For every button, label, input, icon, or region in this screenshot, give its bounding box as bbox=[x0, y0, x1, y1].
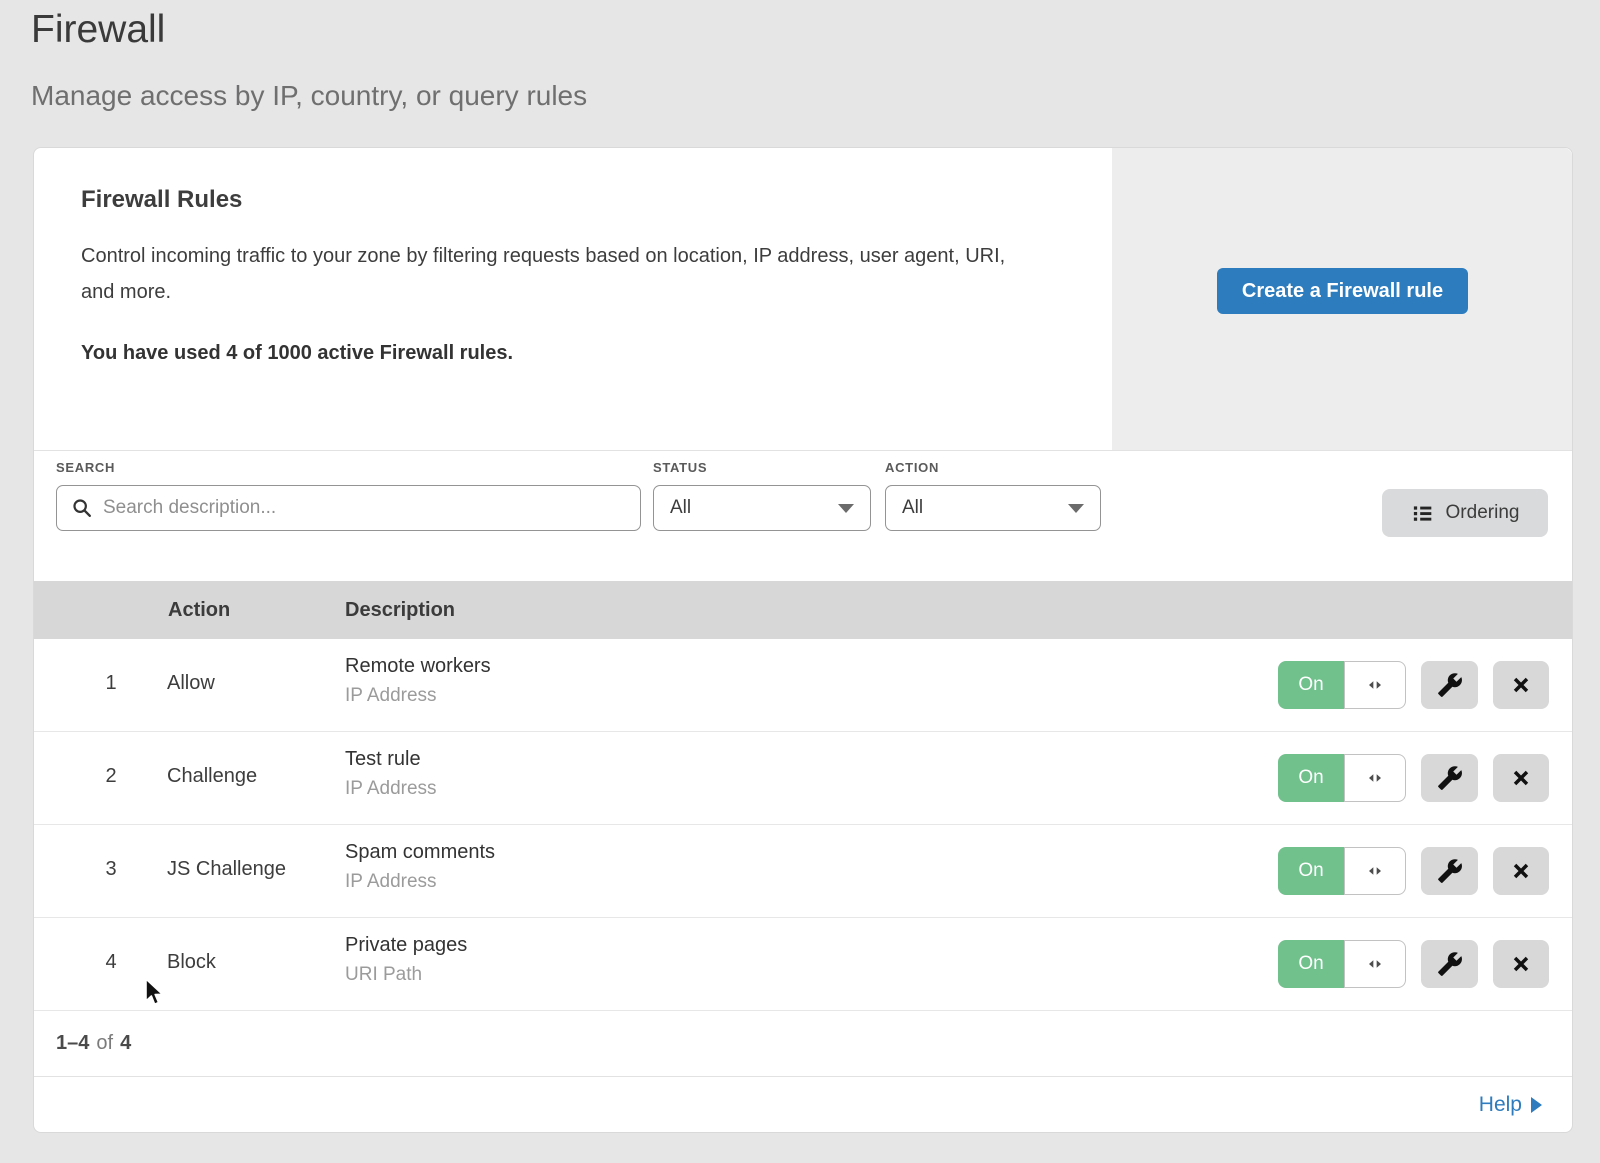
wrench-icon bbox=[1437, 951, 1463, 977]
card-footer: Help bbox=[34, 1077, 1572, 1133]
delete-rule-button[interactable] bbox=[1493, 754, 1549, 802]
delete-rule-button[interactable] bbox=[1493, 940, 1549, 988]
search-icon bbox=[71, 497, 93, 519]
rule-description: Private pages bbox=[345, 934, 467, 957]
toggle-handle bbox=[1344, 661, 1406, 709]
wrench-icon bbox=[1437, 765, 1463, 791]
edit-rule-button[interactable] bbox=[1421, 661, 1478, 709]
delete-rule-button[interactable] bbox=[1493, 661, 1549, 709]
rule-match-field: IP Address bbox=[345, 871, 495, 893]
toggle-handle bbox=[1344, 940, 1406, 988]
rule-priority: 1 bbox=[94, 672, 128, 695]
rule-description: Test rule bbox=[345, 748, 437, 771]
status-select[interactable]: All bbox=[653, 485, 871, 531]
page-subtitle: Manage access by IP, country, or query r… bbox=[31, 80, 587, 112]
toggle-on-state: On bbox=[1278, 754, 1344, 802]
rule-action: Challenge bbox=[167, 765, 257, 788]
rule-enabled-toggle[interactable]: On bbox=[1278, 940, 1406, 988]
action-filter-label: ACTION bbox=[885, 460, 939, 475]
help-arrow-icon bbox=[1531, 1097, 1542, 1113]
help-link-label: Help bbox=[1479, 1093, 1522, 1117]
table-row: 2 Challenge Test rule IP Address On bbox=[34, 732, 1572, 825]
chevron-down-icon bbox=[838, 504, 854, 513]
table-header: Action Description bbox=[34, 581, 1572, 639]
rule-enabled-toggle[interactable]: On bbox=[1278, 754, 1406, 802]
rule-enabled-toggle[interactable]: On bbox=[1278, 847, 1406, 895]
pagination-separator: of bbox=[89, 1032, 120, 1055]
edit-rule-button[interactable] bbox=[1421, 847, 1478, 895]
wrench-icon bbox=[1437, 858, 1463, 884]
rule-priority: 3 bbox=[94, 858, 128, 881]
section-heading: Firewall Rules bbox=[81, 186, 1041, 214]
toggle-on-state: On bbox=[1278, 661, 1344, 709]
rule-priority: 4 bbox=[94, 951, 128, 974]
left-right-arrows-icon bbox=[1365, 954, 1385, 974]
section-description: Control incoming traffic to your zone by… bbox=[81, 238, 1026, 310]
overview-section: Firewall Rules Control incoming traffic … bbox=[34, 148, 1572, 451]
status-label: STATUS bbox=[653, 460, 707, 475]
rule-action: Allow bbox=[167, 672, 215, 695]
close-icon bbox=[1510, 767, 1532, 789]
rule-match-field: IP Address bbox=[345, 778, 437, 800]
action-select[interactable]: All bbox=[885, 485, 1101, 531]
chevron-down-icon bbox=[1068, 504, 1084, 513]
help-link[interactable]: Help bbox=[1479, 1093, 1542, 1117]
toggle-on-state: On bbox=[1278, 940, 1344, 988]
page-title: Firewall bbox=[31, 8, 165, 52]
ordering-list-icon bbox=[1411, 502, 1434, 525]
rules-list: 1 Allow Remote workers IP Address On bbox=[34, 639, 1572, 1011]
toggle-handle bbox=[1344, 847, 1406, 895]
left-right-arrows-icon bbox=[1365, 861, 1385, 881]
rule-description: Remote workers bbox=[345, 655, 491, 678]
left-right-arrows-icon bbox=[1365, 768, 1385, 788]
table-row: 1 Allow Remote workers IP Address On bbox=[34, 639, 1572, 732]
close-icon bbox=[1510, 674, 1532, 696]
column-header-description: Description bbox=[345, 599, 455, 622]
rule-description: Spam comments bbox=[345, 841, 495, 864]
pagination-total: 4 bbox=[120, 1032, 131, 1055]
create-firewall-rule-button[interactable]: Create a Firewall rule bbox=[1217, 268, 1468, 314]
edit-rule-button[interactable] bbox=[1421, 754, 1478, 802]
usage-summary: You have used 4 of 1000 active Firewall … bbox=[81, 342, 1041, 365]
rule-action: JS Challenge bbox=[167, 858, 286, 881]
rule-match-field: IP Address bbox=[345, 685, 491, 707]
wrench-icon bbox=[1437, 672, 1463, 698]
toggle-handle bbox=[1344, 754, 1406, 802]
status-selected-value: All bbox=[670, 497, 691, 519]
rule-enabled-toggle[interactable]: On bbox=[1278, 661, 1406, 709]
left-right-arrows-icon bbox=[1365, 675, 1385, 695]
search-input[interactable] bbox=[103, 497, 626, 519]
search-field[interactable] bbox=[56, 485, 641, 531]
ordering-button-label: Ordering bbox=[1446, 502, 1520, 524]
rule-action: Block bbox=[167, 951, 216, 974]
delete-rule-button[interactable] bbox=[1493, 847, 1549, 895]
ordering-button[interactable]: Ordering bbox=[1382, 489, 1548, 537]
pagination: 1–4 of 4 bbox=[34, 1011, 1572, 1077]
pagination-range: 1–4 bbox=[56, 1032, 89, 1055]
toggle-on-state: On bbox=[1278, 847, 1344, 895]
rule-priority: 2 bbox=[94, 765, 128, 788]
edit-rule-button[interactable] bbox=[1421, 940, 1478, 988]
firewall-rules-card: Firewall Rules Control incoming traffic … bbox=[33, 147, 1573, 1133]
search-label: SEARCH bbox=[56, 460, 115, 475]
rule-match-field: URI Path bbox=[345, 964, 467, 986]
table-row: 3 JS Challenge Spam comments IP Address … bbox=[34, 825, 1572, 918]
close-icon bbox=[1510, 860, 1532, 882]
column-header-action: Action bbox=[168, 599, 230, 622]
close-icon bbox=[1510, 953, 1532, 975]
table-row: 4 Block Private pages URI Path On bbox=[34, 918, 1572, 1011]
overview-text: Firewall Rules Control incoming traffic … bbox=[81, 186, 1041, 365]
action-selected-value: All bbox=[902, 497, 923, 519]
